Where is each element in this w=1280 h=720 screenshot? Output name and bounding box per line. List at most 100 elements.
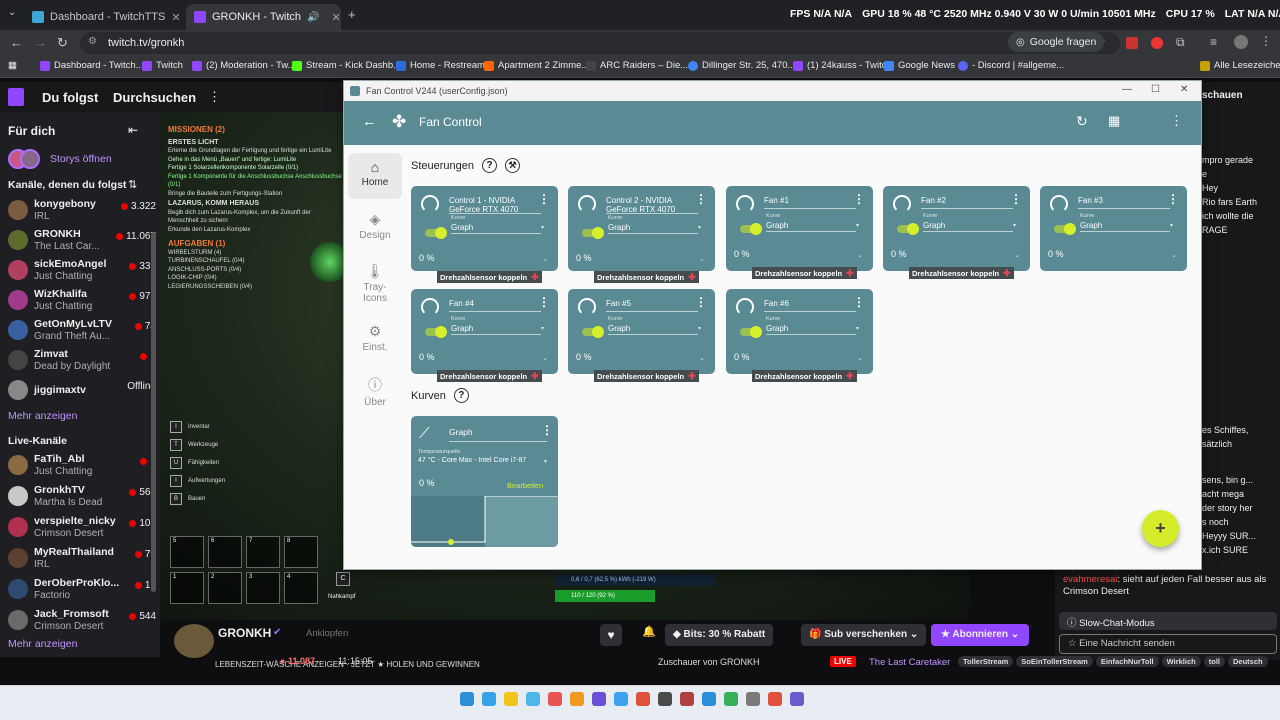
live-channel-item[interactable]: FaTih_AblJust Chatting8 — [8, 452, 156, 480]
reading-list-icon[interactable]: ≡ — [1210, 35, 1217, 49]
bookmark-item[interactable]: Twitch — [142, 60, 183, 71]
back-icon[interactable]: ← — [10, 35, 23, 50]
taskbar-app-icon[interactable] — [724, 692, 738, 706]
layout-icon[interactable]: ▦ — [1108, 113, 1120, 129]
sort-icon[interactable]: ⇅ — [128, 178, 137, 191]
couple-sensor-button[interactable]: Drehzahlsensor koppeln ✚ — [909, 267, 1014, 279]
back-arrow-icon[interactable]: ← — [362, 113, 377, 130]
category-link[interactable]: The Last Caretaker — [869, 657, 950, 668]
curve-select[interactable]: Graph — [1080, 221, 1102, 230]
taskbar-app-icon[interactable] — [702, 692, 716, 706]
card-menu-icon[interactable]: ⋮ — [1010, 193, 1022, 205]
bookmark-item[interactable]: Home - Restream — [396, 60, 485, 71]
menu-dots-icon[interactable]: ⋮ — [1170, 113, 1183, 129]
curve-select[interactable]: Graph — [451, 324, 473, 333]
control-name[interactable]: Fan #4 — [449, 299, 539, 308]
taskbar-app-icon[interactable] — [746, 692, 760, 706]
close-icon[interactable]: ✕ — [171, 11, 180, 24]
enable-toggle[interactable] — [582, 227, 604, 239]
forward-icon[interactable]: → — [34, 35, 47, 50]
expand-chevron-icon[interactable]: ⌄ — [857, 354, 863, 362]
taskbar-app-icon[interactable] — [614, 692, 628, 706]
taskbar-app-icon[interactable] — [636, 692, 650, 706]
control-name[interactable]: Control 1 - NVIDIA GeForce RTX 4070 — [449, 196, 539, 214]
nav-design[interactable]: ◈ Design — [348, 205, 402, 251]
maximize-button[interactable]: ☐ — [1151, 84, 1160, 95]
bookmark-item[interactable]: (1) 24kauss - Twitch — [793, 60, 892, 71]
taskbar-app-icon[interactable] — [526, 692, 540, 706]
taskbar-app-icon[interactable] — [768, 692, 782, 706]
expand-chevron-icon[interactable]: ⌄ — [857, 251, 863, 259]
card-menu-icon[interactable]: ⋮ — [538, 193, 550, 205]
enable-toggle[interactable] — [1054, 223, 1076, 235]
dropdown-icon[interactable]: ▾ — [856, 325, 859, 332]
card-menu-icon[interactable]: ⋮ — [695, 296, 707, 308]
extensions-puzzle-icon[interactable]: ⧉ — [1176, 35, 1185, 50]
curve-select[interactable]: Graph — [451, 223, 473, 232]
more-icon[interactable]: ⋮ — [208, 89, 221, 105]
bookmark-item[interactable]: Google News — [884, 60, 955, 71]
close-window-button[interactable]: ✕ — [1180, 84, 1188, 95]
followed-channel-item[interactable]: sickEmoAngel Just Chatting 337 — [8, 257, 156, 285]
expand-chevron-icon[interactable]: ⌄ — [542, 255, 548, 263]
all-bookmarks[interactable]: Alle Lesezeichen — [1200, 60, 1280, 71]
dropdown-icon[interactable]: ▾ — [541, 224, 544, 231]
close-icon[interactable]: ✕ — [331, 11, 340, 24]
enable-toggle[interactable] — [425, 326, 447, 338]
streamer-name[interactable]: GRONKH — [218, 626, 271, 640]
expand-chevron-icon[interactable]: ⌄ — [1171, 251, 1177, 259]
dropdown-icon[interactable]: ▾ — [544, 458, 547, 465]
dropdown-icon[interactable]: ▾ — [698, 224, 701, 231]
bookmark-item[interactable]: - Discord | #allgeme... — [958, 60, 1064, 71]
stories-row[interactable]: Storys öffnen — [8, 148, 112, 170]
couple-sensor-button[interactable]: Drehzahlsensor koppeln ✚ — [752, 267, 857, 279]
menu-icon[interactable]: ⋮ — [1260, 34, 1272, 48]
control-name[interactable]: Fan #5 — [606, 299, 696, 308]
tab-dashboard-twitchtts[interactable]: Dashboard - TwitchTTS ✕ — [24, 4, 184, 30]
chat-input[interactable]: ☆ Eine Nachricht senden — [1059, 634, 1277, 654]
taskbar-app-icon[interactable] — [460, 692, 474, 706]
bookmark-item[interactable]: ARC Raiders – Die... — [586, 60, 688, 71]
followed-channel-item[interactable]: jiggimaxtv Offline — [8, 377, 156, 405]
show-more-link[interactable]: Mehr anzeigen — [8, 410, 77, 422]
enable-toggle[interactable] — [425, 227, 447, 239]
card-menu-icon[interactable]: ⋮ — [1167, 193, 1179, 205]
followed-channel-item[interactable]: WizKhalifa Just Chatting 973 — [8, 287, 156, 315]
help-icon[interactable]: ? — [482, 158, 497, 173]
minimize-button[interactable]: — — [1122, 84, 1132, 95]
taskbar-app-icon[interactable] — [548, 692, 562, 706]
chat-username[interactable]: evahmeresai — [1063, 574, 1117, 585]
card-menu-icon[interactable]: ⋮ — [853, 193, 865, 205]
stream-tag[interactable]: EinfachNurToll — [1095, 656, 1159, 667]
live-channel-item[interactable]: GronkhTV Martha Is Dead 568 — [8, 483, 156, 511]
streamer-avatar[interactable] — [174, 624, 214, 658]
curve-menu-icon[interactable]: ⋮ — [541, 424, 553, 436]
bits-button[interactable]: ◆ Bits: 30 % Rabatt — [665, 624, 774, 646]
fan-control-card[interactable]: Fan #1 ⋮ Kurve Graph ▾ 0 % ⌄ Drehzahlsensor kop… — [726, 186, 873, 279]
followed-channel-item[interactable]: konygebony IRL 3.322 — [8, 197, 156, 225]
stream-tag[interactable]: Deutsch — [1227, 656, 1268, 667]
nav-tray-icons[interactable]: 🌡 Tray-Icons — [348, 257, 402, 311]
show-more-link-2[interactable]: Mehr anzeigen — [8, 638, 77, 650]
expand-chevron-icon[interactable]: ⌄ — [542, 354, 548, 362]
gift-sub-button[interactable]: 🎁 Sub verschenken ⌄ — [801, 624, 927, 646]
tab-gronkh-twitch[interactable]: GRONKH - Twitch 🔊 ✕ — [186, 4, 341, 30]
card-menu-icon[interactable]: ⋮ — [853, 296, 865, 308]
collapse-icon[interactable]: ⇤ — [128, 123, 138, 137]
taskbar-app-icon[interactable] — [790, 692, 804, 706]
control-name[interactable]: Fan #3 — [1078, 196, 1168, 205]
expand-chevron-icon[interactable]: ⌄ — [1014, 251, 1020, 259]
bookmark-item[interactable]: Dashboard - Twitch... — [40, 60, 144, 71]
nav-home[interactable]: ⌂ Home — [348, 153, 402, 199]
curve-card-graph[interactable]: ⟋ Graph ⋮ Temperaturquelle 47 °C - Core … — [411, 416, 558, 547]
address-bar[interactable]: ⚙ twitch.tv/gronkh — [80, 32, 1120, 54]
sidebar-scrollbar[interactable] — [151, 232, 156, 592]
heart-icon[interactable]: ♥ — [600, 624, 622, 646]
tab-search-icon[interactable]: ⌄ — [8, 7, 16, 18]
wrench-icon[interactable]: ⚒ — [505, 158, 520, 173]
taskbar-app-icon[interactable] — [504, 692, 518, 706]
control-name[interactable]: Fan #6 — [764, 299, 854, 308]
enable-toggle[interactable] — [897, 223, 919, 235]
taskbar-app-icon[interactable] — [658, 692, 672, 706]
taskbar-app-icon[interactable] — [680, 692, 694, 706]
